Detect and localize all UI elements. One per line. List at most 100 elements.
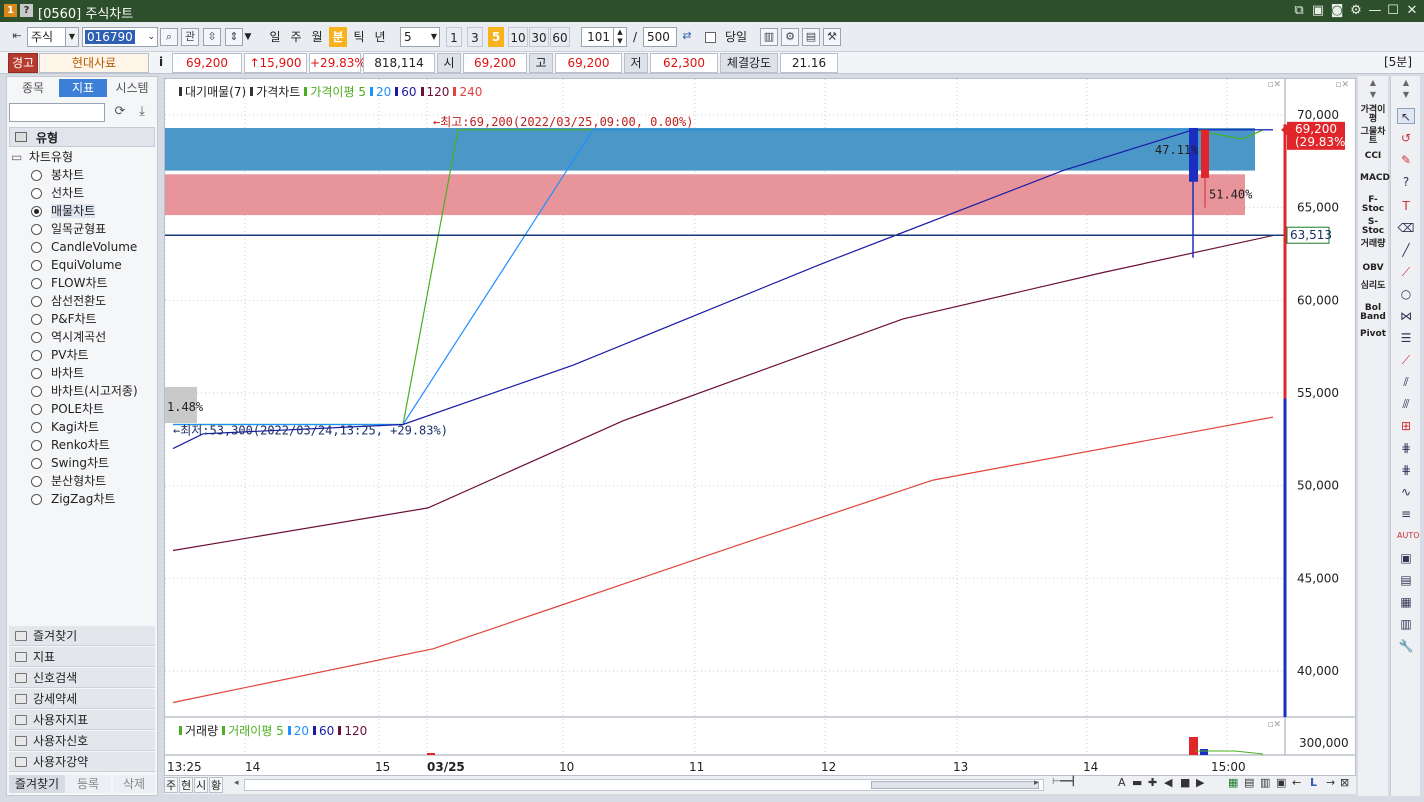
legend-item[interactable]: 240 (453, 85, 482, 99)
panel-bottom-button[interactable]: 즐겨찾기 (9, 775, 65, 793)
apply-count-icon[interactable]: ⇄ (678, 28, 696, 46)
chart-type-item[interactable]: FLOW차트 (31, 275, 108, 292)
save-icon[interactable]: ▤ (1244, 776, 1254, 789)
first-item-icon[interactable]: ⇤ (8, 28, 26, 46)
chart-type-item[interactable]: 삼선전환도 (31, 293, 106, 310)
zoom-slider[interactable]: ⊢━━┫ (1052, 777, 1108, 791)
chart-type-item[interactable]: 매물차트 (31, 203, 96, 220)
bottom-tab[interactable]: 시 (194, 777, 208, 793)
spinner-arrows-icon[interactable]: ▲ ▼ (613, 28, 626, 46)
volume-legend-item[interactable]: 120 (338, 724, 367, 738)
chart-type-item[interactable]: 봉차트 (31, 167, 84, 184)
period-button[interactable]: 틱 (350, 27, 368, 47)
window-layout-icon[interactable]: ▣ (1397, 550, 1415, 566)
folder-item[interactable]: 신호검색 (9, 668, 155, 688)
gann-line-icon[interactable]: ⟋ (1397, 352, 1415, 368)
maximize-icon[interactable]: ☐ (1384, 2, 1402, 20)
chart-svg[interactable]: ←최고:69,200(2022/03/25,09:00, 0.00%) ←최저:5… (165, 79, 1355, 775)
delete-all-icon[interactable]: ✎ (1397, 152, 1415, 168)
search-icon[interactable]: ⌕ (160, 28, 178, 46)
settings-gear-icon[interactable]: ⚙ (1347, 2, 1365, 20)
andrews-pitchfork-icon[interactable]: ⋕ (1397, 440, 1415, 456)
chart-type-radio[interactable] (31, 278, 42, 289)
panel-tab[interactable]: 시스템 (109, 79, 155, 97)
screenshot-icon[interactable]: ◙ (1328, 2, 1346, 20)
save-window-icon[interactable]: ▣ (1309, 2, 1327, 20)
chart-type-radio[interactable] (31, 494, 42, 505)
chart-type-item[interactable]: 분산형차트 (31, 473, 106, 490)
legend-item[interactable]: 20 (369, 85, 391, 99)
chart-type-item[interactable]: Kagi차트 (31, 419, 99, 436)
count-max-input[interactable]: 500 (643, 27, 677, 47)
settings-gear-icon[interactable]: ⚙ (781, 28, 799, 46)
chart-type-icon[interactable]: ▥ (760, 28, 778, 46)
stock-code-input[interactable]: 016790 ⌄ (82, 27, 158, 47)
fibonacci-icon[interactable]: ⊞ (1397, 418, 1415, 434)
chart-type-radio[interactable] (31, 458, 42, 469)
count-spinner[interactable]: 101 ▲ ▼ (581, 27, 627, 47)
document-icon[interactable]: ▤ (1397, 572, 1415, 588)
volume-legend-item[interactable]: 20 (287, 724, 309, 738)
chart-type-radio[interactable] (31, 404, 42, 415)
chart-type-radio[interactable] (31, 242, 42, 253)
legend-item[interactable]: 대기매물(7) (179, 85, 246, 99)
chart-type-radio[interactable] (31, 386, 42, 397)
chart-type-group[interactable]: ▭ 차트유형 (11, 149, 73, 166)
chart-type-item[interactable]: EquiVolume (31, 257, 122, 274)
circle-tool-icon[interactable]: ○ (1397, 286, 1415, 302)
panel-close-icon[interactable]: ▫✕ (1267, 720, 1281, 730)
bottom-tab[interactable]: 황 (209, 777, 223, 793)
chart-type-item[interactable]: CandleVolume (31, 239, 137, 256)
volume-legend-item[interactable]: 거래이평 5 (222, 724, 284, 738)
minimize-icon[interactable]: — (1366, 2, 1384, 20)
indicator-shortcut[interactable]: Bol Band (1360, 304, 1386, 322)
chart-area[interactable]: ←최고:69,200(2022/03/25,09:00, 0.00%) ←최저:5… (164, 78, 1356, 776)
folder-item[interactable]: 사용자지표 (9, 710, 155, 730)
minute-button[interactable]: 3 (467, 27, 483, 47)
refresh-icon[interactable]: ⟳ (111, 104, 129, 122)
chart-type-radio[interactable] (31, 440, 42, 451)
chart-type-item[interactable]: Swing차트 (31, 455, 109, 472)
chart-type-radio[interactable] (31, 332, 42, 343)
folder-item[interactable]: 즐겨찾기 (9, 626, 155, 646)
eraser-icon[interactable]: ⌫ (1397, 220, 1415, 236)
legend-item[interactable]: 120 (420, 85, 449, 99)
chart-type-radio[interactable] (31, 350, 42, 361)
text-tool-icon[interactable]: T (1397, 198, 1415, 214)
tools-icon[interactable]: ⚒ (823, 28, 841, 46)
bottom-tab[interactable]: 현 (179, 777, 193, 793)
indicator-shortcut[interactable]: 가격이평 (1360, 106, 1386, 124)
minute-button[interactable]: 5 (488, 27, 504, 47)
chart-type-radio[interactable] (31, 296, 42, 307)
wrench-icon[interactable]: 🔧 (1397, 638, 1415, 654)
panel-bottom-button[interactable]: 등록 (65, 775, 111, 793)
auto-trend-icon[interactable]: AUTO (1397, 528, 1420, 544)
scroll-down-icon[interactable]: ▼ (1360, 90, 1386, 100)
folder-item[interactable]: 사용자신호 (9, 731, 155, 751)
chart-type-item[interactable]: 일목균형표 (31, 221, 106, 238)
zoom-in-icon[interactable]: ✚ (1148, 776, 1157, 789)
chart-type-radio[interactable] (31, 368, 42, 379)
chart-type-item[interactable]: P&F차트 (31, 311, 97, 328)
indicator-shortcut[interactable]: S-Stoc (1360, 218, 1386, 236)
excel-export-icon[interactable]: ▦ (1228, 776, 1238, 789)
indicator-shortcut[interactable]: Pivot (1360, 330, 1386, 339)
period-button[interactable]: 월 (308, 27, 326, 47)
minute-button[interactable]: 60 (550, 27, 570, 47)
scroll-up-icon[interactable]: ▲ (1397, 78, 1415, 87)
minute-button[interactable]: 10 (508, 27, 528, 47)
scroll-up-icon[interactable]: ▲ (1360, 78, 1386, 88)
pattern-tool-icon[interactable]: ⋈ (1397, 308, 1415, 324)
today-checkbox[interactable] (705, 32, 716, 43)
market-select[interactable]: 주식 ▼ (27, 27, 79, 47)
chart-type-radio[interactable] (31, 422, 42, 433)
chart-type-item[interactable]: 역시계곡선 (31, 329, 106, 346)
scroll-down-icon[interactable]: ▼ (1397, 90, 1415, 99)
link-window-icon[interactable]: ⧉ (1290, 2, 1308, 20)
parallel-lines-icon[interactable]: ☰ (1397, 330, 1415, 346)
legend-item[interactable]: 가격이평 5 (304, 85, 366, 99)
chart-type-item[interactable]: POLE차트 (31, 401, 104, 418)
chart-type-item[interactable]: PV차트 (31, 347, 89, 364)
volume-legend-item[interactable]: 거래량 (179, 724, 218, 738)
trend-line-icon[interactable]: ╱ (1397, 242, 1415, 258)
